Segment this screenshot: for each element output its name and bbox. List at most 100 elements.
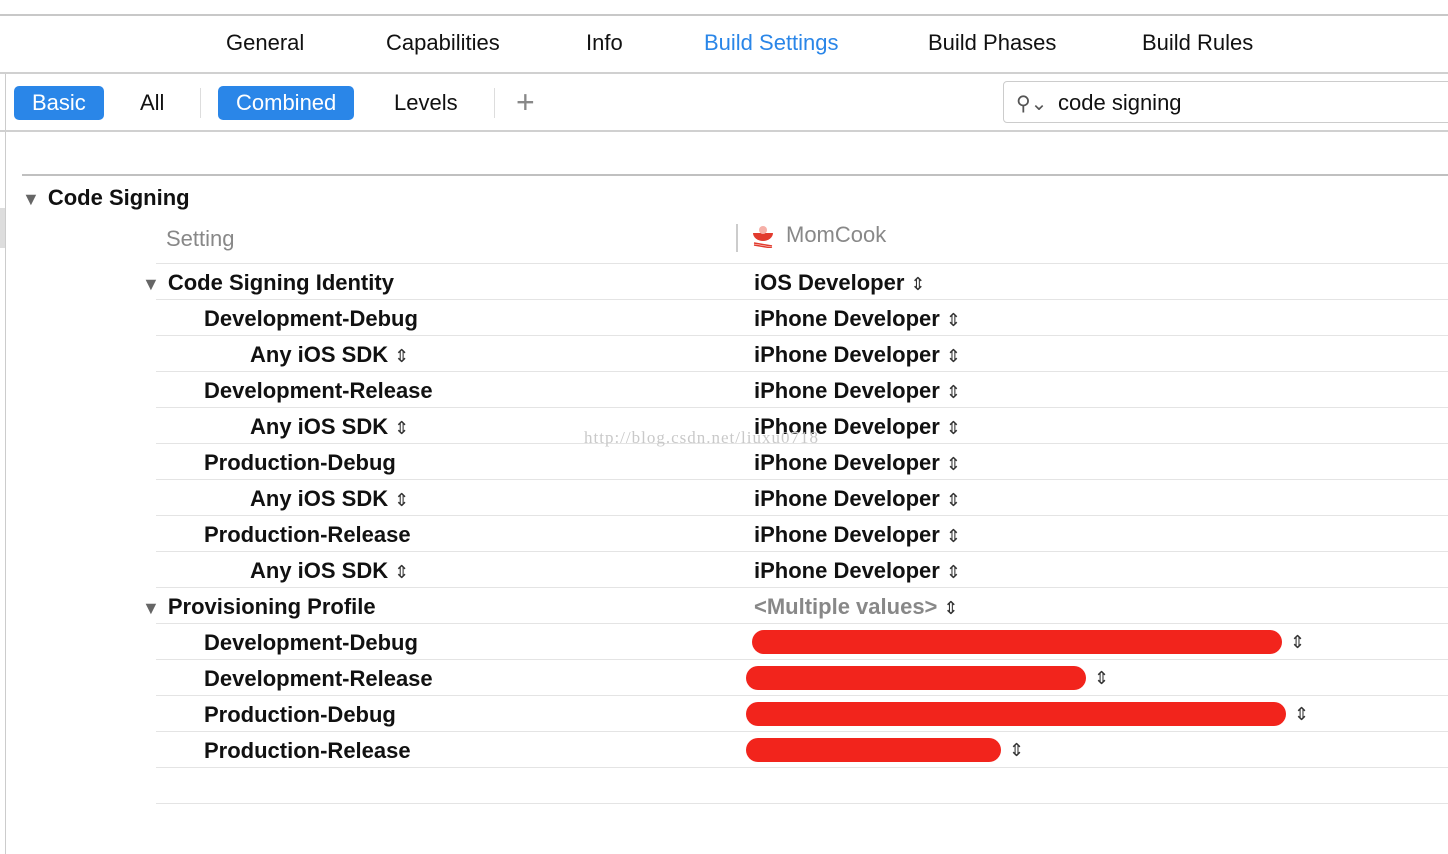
setting-value[interactable]: iPhone Developer ⇕ — [754, 522, 961, 548]
combined-button[interactable]: Combined — [218, 86, 355, 120]
value-text: iPhone Developer — [754, 450, 940, 475]
setting-name: Any iOS SDK ⇕ — [250, 558, 409, 584]
target-column-header: MomCook — [750, 222, 886, 248]
popup-arrows-icon[interactable]: ⇕ — [946, 454, 961, 474]
setting-value[interactable]: iPhone Developer ⇕ — [754, 558, 961, 584]
setting-row[interactable]: Production-Release ⇕ — [156, 731, 1448, 767]
popup-arrows-icon[interactable]: ⇕ — [946, 418, 961, 438]
value-text: iPhone Developer — [754, 306, 940, 331]
column-divider — [736, 224, 738, 252]
setting-name: Development-Debug — [204, 630, 418, 656]
setting-row[interactable]: Production-Debug iPhone Developer ⇕ — [156, 443, 1448, 479]
popup-arrows-icon[interactable]: ⇕ — [1294, 704, 1309, 725]
levels-button[interactable]: Levels — [376, 86, 476, 120]
setting-name: ▼ Provisioning Profile — [142, 594, 376, 620]
setting-value[interactable]: iPhone Developer ⇕ — [754, 306, 961, 332]
setting-row[interactable]: ▼ Code Signing Identity iOS Developer ⇕ — [142, 263, 1448, 299]
setting-row[interactable]: Production-Release iPhone Developer ⇕ — [156, 515, 1448, 551]
search-value: code signing — [1058, 90, 1182, 115]
setting-label: Production-Debug — [204, 450, 396, 475]
redacted-value — [746, 666, 1086, 690]
popup-arrows-icon[interactable]: ⇕ — [946, 526, 961, 546]
section-code-signing[interactable]: ▼ Code Signing — [22, 185, 190, 211]
setting-row[interactable]: Development-Debug iPhone Developer ⇕ — [156, 299, 1448, 335]
setting-name: Production-Release — [204, 522, 411, 548]
popup-arrows-icon[interactable]: ⇕ — [943, 598, 958, 618]
tab-build-settings[interactable]: Build Settings — [704, 30, 839, 56]
value-text: iOS Developer — [754, 270, 905, 295]
divider — [22, 174, 1448, 176]
tab-build-phases[interactable]: Build Phases — [928, 30, 1056, 56]
empty-row — [156, 803, 1448, 839]
disclosure-triangle-icon[interactable]: ▼ — [22, 189, 40, 210]
stepper-icon[interactable]: ⇕ — [394, 346, 409, 366]
popup-arrows-icon[interactable]: ⇕ — [1094, 668, 1109, 689]
setting-label: Development-Debug — [204, 630, 418, 655]
search-input[interactable]: ⚲⌄ code signing — [1003, 81, 1448, 123]
setting-row[interactable]: Any iOS SDK ⇕ iPhone Developer ⇕ — [156, 551, 1448, 587]
divider — [5, 74, 6, 854]
tab-info[interactable]: Info — [586, 30, 623, 56]
setting-row[interactable]: Any iOS SDK ⇕ iPhone Developer ⇕ — [156, 335, 1448, 371]
setting-value[interactable]: <Multiple values> ⇕ — [754, 594, 959, 620]
stepper-icon[interactable]: ⇕ — [394, 490, 409, 510]
setting-value[interactable]: iPhone Developer ⇕ — [754, 450, 961, 476]
stepper-icon[interactable]: ⇕ — [394, 562, 409, 582]
setting-name: Development-Debug — [204, 306, 418, 332]
stepper-icon[interactable]: ⇕ — [394, 418, 409, 438]
setting-row[interactable]: Development-Release ⇕ — [156, 659, 1448, 695]
sidebar-edge — [0, 208, 5, 248]
setting-name: Any iOS SDK ⇕ — [250, 414, 409, 440]
setting-value[interactable]: iPhone Developer ⇕ — [754, 378, 961, 404]
empty-row — [156, 767, 1448, 803]
disclosure-triangle-icon[interactable]: ▼ — [142, 598, 160, 619]
popup-arrows-icon[interactable]: ⇕ — [910, 274, 925, 294]
target-name: MomCook — [786, 222, 887, 247]
search-icon[interactable]: ⚲⌄ — [1016, 91, 1047, 116]
setting-label: Any iOS SDK — [250, 486, 389, 511]
setting-label: Development-Release — [204, 378, 433, 403]
setting-label: Provisioning Profile — [167, 594, 376, 619]
popup-arrows-icon[interactable]: ⇕ — [1009, 740, 1024, 761]
window-top-border — [0, 14, 1448, 16]
app-icon — [753, 226, 773, 248]
setting-column-header: Setting — [166, 226, 235, 251]
tab-general[interactable]: General — [226, 30, 304, 56]
basic-button[interactable]: Basic — [14, 86, 104, 120]
all-button[interactable]: All — [122, 86, 182, 120]
section-title: Code Signing — [47, 185, 190, 210]
setting-value[interactable]: iOS Developer ⇕ — [754, 270, 925, 296]
setting-name: Any iOS SDK ⇕ — [250, 342, 409, 368]
settings-table: ▼ Code Signing Identity iOS Developer ⇕ Deve… — [142, 263, 1448, 839]
popup-arrows-icon[interactable]: ⇕ — [946, 382, 961, 402]
divider — [494, 88, 495, 118]
popup-arrows-icon[interactable]: ⇕ — [1290, 632, 1305, 653]
add-setting-button[interactable]: + — [516, 84, 535, 120]
setting-label: Any iOS SDK — [250, 414, 389, 439]
divider — [200, 88, 201, 118]
setting-name: Any iOS SDK ⇕ — [250, 486, 409, 512]
watermark: http://blog.csdn.net/liuxu0718 — [584, 428, 819, 447]
tab-capabilities[interactable]: Capabilities — [386, 30, 500, 56]
tab-build-rules[interactable]: Build Rules — [1142, 30, 1253, 56]
redacted-value — [746, 738, 1001, 762]
setting-value[interactable]: iPhone Developer ⇕ — [754, 486, 961, 512]
setting-label: Development-Debug — [204, 306, 418, 331]
popup-arrows-icon[interactable]: ⇕ — [946, 310, 961, 330]
popup-arrows-icon[interactable]: ⇕ — [946, 346, 961, 366]
popup-arrows-icon[interactable]: ⇕ — [946, 490, 961, 510]
value-text: iPhone Developer — [754, 486, 940, 511]
setting-row[interactable]: Production-Debug ⇕ — [156, 695, 1448, 731]
setting-row[interactable]: Any iOS SDK ⇕ iPhone Developer ⇕ — [156, 479, 1448, 515]
setting-name: Development-Release — [204, 378, 433, 404]
popup-arrows-icon[interactable]: ⇕ — [946, 562, 961, 582]
setting-row[interactable]: ▼ Provisioning Profile <Multiple values> ⇕ — [142, 587, 1448, 623]
setting-name: Development-Release — [204, 666, 433, 692]
redacted-value — [752, 630, 1282, 654]
setting-row[interactable]: Development-Release iPhone Developer ⇕ — [156, 371, 1448, 407]
setting-name: Production-Debug — [204, 450, 396, 476]
setting-row[interactable]: Development-Debug ⇕ — [156, 623, 1448, 659]
setting-value[interactable]: iPhone Developer ⇕ — [754, 342, 961, 368]
disclosure-triangle-icon[interactable]: ▼ — [142, 274, 160, 295]
setting-label: Production-Debug — [204, 702, 396, 727]
